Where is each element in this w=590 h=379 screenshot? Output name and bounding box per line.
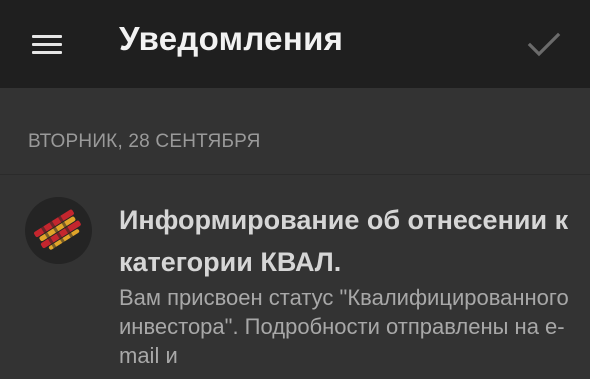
notification-body: Вам присвоен статус "Квалифицированного … <box>119 285 569 368</box>
hamburger-menu-icon <box>32 35 62 38</box>
broker-logo-icon <box>25 197 92 264</box>
menu-button[interactable] <box>20 26 72 62</box>
app-toolbar: Уведомления <box>0 0 590 88</box>
notification-title: Информирование об отнесении к категории … <box>119 205 569 277</box>
notifications-screen: Уведомления ВТОРНИК, 28 СЕНТЯБРЯ Информи… <box>0 0 590 379</box>
hamburger-menu-icon-bar <box>32 43 62 46</box>
date-section-header: ВТОРНИК, 28 СЕНТЯБРЯ <box>28 131 261 152</box>
page-title: Уведомления <box>119 20 344 57</box>
hamburger-menu-icon-bar <box>32 51 62 54</box>
checkmark-icon <box>527 32 561 57</box>
mark-all-read-button[interactable] <box>522 24 566 64</box>
